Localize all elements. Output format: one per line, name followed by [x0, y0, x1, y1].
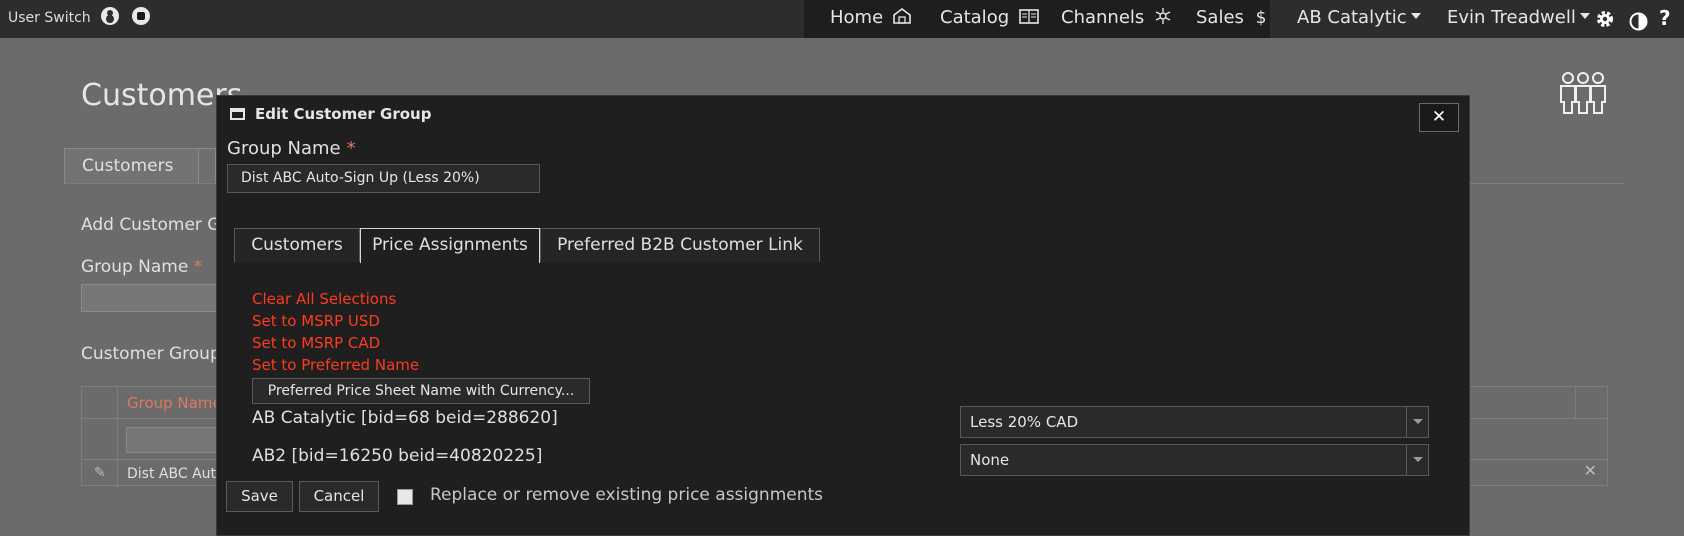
set-msrp-cad-link[interactable]: Set to MSRP CAD: [252, 334, 380, 352]
grid-filter-input[interactable]: [126, 427, 226, 453]
dialog-tabs: Customers Price Assignments Preferred B2…: [234, 228, 1454, 263]
grid-row-group-name: Dist ABC Aut: [127, 466, 217, 482]
chevron-down-icon: [1579, 13, 1590, 19]
select-value: Less 20% CAD: [970, 413, 1079, 431]
chevron-down-icon: [1410, 13, 1421, 19]
replace-assignments-checkbox[interactable]: [397, 489, 413, 505]
nav-sales[interactable]: Sales $: [1196, 0, 1266, 38]
price-sheet-select-ab-catalytic[interactable]: Less 20% CAD: [960, 406, 1429, 438]
nav-channels[interactable]: Channels: [1061, 0, 1172, 38]
dialog-title: Edit Customer Group: [255, 105, 432, 123]
dollar-icon: $: [1255, 8, 1267, 28]
company-dropdown[interactable]: AB Catalytic: [1297, 0, 1421, 38]
set-msrp-usd-link[interactable]: Set to MSRP USD: [252, 312, 380, 330]
nav-channels-label: Channels: [1061, 7, 1145, 28]
edit-customer-group-dialog: Edit Customer Group ✕ Group Name * Dist A…: [216, 95, 1470, 536]
top-navigation-bar: User Switch Home Catalog Channels Sales …: [0, 0, 1684, 38]
nav-catalog-label: Catalog: [940, 7, 1010, 28]
required-marker: *: [346, 138, 356, 159]
home-icon: [893, 8, 911, 24]
select-value: None: [970, 451, 1010, 469]
add-customer-group-heading: Add Customer G: [81, 215, 221, 235]
nav-sales-label: Sales: [1196, 7, 1244, 28]
bg-tab-customers[interactable]: Customers: [64, 148, 200, 184]
user-circle-icon[interactable]: [101, 7, 120, 25]
clear-all-selections-link[interactable]: Clear All Selections: [252, 290, 396, 308]
chevron-down-icon: [1406, 445, 1428, 475]
customers-group-icon: [1560, 72, 1606, 114]
close-button[interactable]: ✕: [1419, 103, 1459, 132]
channels-icon: [1155, 8, 1171, 24]
catalog-icon: [1019, 9, 1039, 24]
gear-icon[interactable]: [1594, 7, 1616, 29]
delete-icon[interactable]: ✕: [1584, 461, 1597, 480]
help-icon[interactable]: ?: [1659, 0, 1671, 38]
contrast-icon[interactable]: [1629, 8, 1648, 31]
tab-customers[interactable]: Customers: [234, 228, 360, 262]
save-button[interactable]: Save: [226, 481, 293, 512]
tab-preferred-b2b-customer-link[interactable]: Preferred B2B Customer Link: [540, 228, 820, 262]
tab-price-assignments[interactable]: Price Assignments: [360, 228, 540, 263]
bg-tab-other[interactable]: [198, 148, 216, 184]
nav-home-label: Home: [830, 7, 884, 28]
cancel-button[interactable]: Cancel: [299, 481, 379, 512]
grid-header-group-name[interactable]: Group Name: [127, 394, 222, 412]
set-preferred-name-link[interactable]: Set to Preferred Name: [252, 356, 419, 374]
group-name-label: Group Name *: [227, 138, 356, 159]
preferred-price-sheet-button[interactable]: Preferred Price Sheet Name with Currency…: [252, 378, 590, 404]
pencil-icon[interactable]: ✎: [94, 465, 106, 481]
chevron-down-icon: [1406, 407, 1428, 437]
stop-circle-icon[interactable]: [131, 7, 150, 25]
bg-group-name-input[interactable]: [81, 284, 221, 312]
window-icon: [230, 108, 245, 120]
bg-group-name-label: Group Name *: [81, 257, 203, 277]
company-name: AB Catalytic: [1297, 7, 1407, 28]
group-name-input[interactable]: Dist ABC Auto-Sign Up (Less 20%): [227, 164, 540, 193]
price-sheet-select-ab2[interactable]: None: [960, 444, 1429, 476]
user-menu-dropdown[interactable]: Evin Treadwell: [1447, 0, 1590, 38]
assignment-label-ab2: AB2 [bid=16250 beid=40820225]: [252, 446, 543, 466]
nav-catalog[interactable]: Catalog: [940, 0, 1039, 38]
user-switch[interactable]: User Switch: [8, 0, 150, 38]
user-name: Evin Treadwell: [1447, 7, 1576, 28]
replace-assignments-label: Replace or remove existing price assignm…: [430, 485, 824, 505]
assignment-label-ab-catalytic: AB Catalytic [bid=68 beid=288620]: [252, 408, 558, 428]
user-switch-label: User Switch: [8, 10, 91, 26]
customer-group-heading: Customer Group: [81, 344, 221, 364]
nav-home[interactable]: Home: [830, 0, 911, 38]
dialog-header: Edit Customer Group ✕: [217, 96, 1469, 132]
